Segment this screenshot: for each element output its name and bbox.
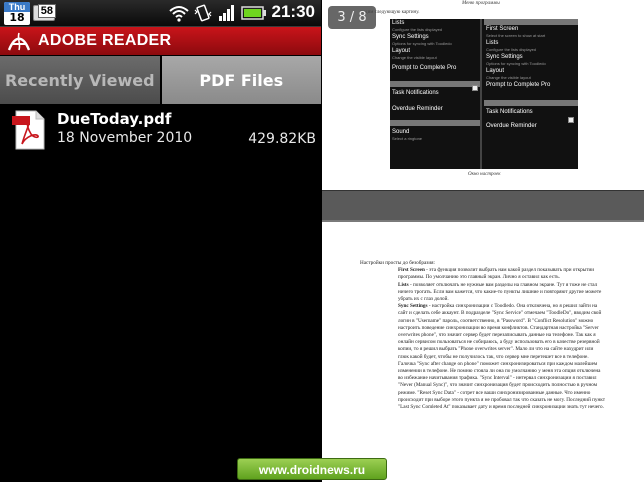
setting-item: Layout Change the visible layout (486, 68, 531, 80)
wifi-icon (169, 6, 189, 22)
file-list-item[interactable]: DueToday.pdf 18 November 2010 429.82KB (0, 106, 321, 152)
calendar-icon: Thu 18 (4, 2, 30, 25)
settings-screenshot-right: First Screen Select the screen to show at… (484, 19, 578, 169)
body-paragraph: Lists - позволяет отключать не нужные ва… (398, 281, 602, 303)
tab-pdf-files[interactable]: PDF Files (161, 56, 321, 104)
caption-bottom: Окно настроек (468, 172, 501, 177)
setting-item: Lists Configure the lists displayed (486, 40, 537, 52)
vibrate-icon (194, 4, 212, 22)
tab-recently-viewed[interactable]: Recently Viewed (0, 56, 160, 104)
mail-icon: 58 (33, 4, 56, 21)
body-paragraph: Sync Settings - настройка синхронизации … (398, 303, 606, 411)
setting-item: Overdue Reminder (392, 106, 443, 112)
pdf-file-icon (12, 110, 45, 150)
pdf-page: Настройки просты до безобразия: First Sc… (322, 222, 644, 482)
setting-item: Layout Change the visible layout (392, 48, 437, 60)
clock: 21:30 (271, 2, 315, 21)
embedded-screenshot: Lists Configure the lists displayed Sync … (390, 19, 578, 169)
file-date: 18 November 2010 (57, 130, 193, 146)
pdf-viewer[interactable]: Меню программы видим следующую картину. … (322, 0, 644, 482)
setting-item: Task Notifications (392, 90, 439, 96)
adobe-logo-icon (7, 32, 31, 51)
setting-item: Task Notifications (486, 109, 533, 115)
checkbox-icon (568, 117, 574, 123)
checkbox-icon (472, 85, 478, 91)
body-paragraph: First Screen - эта функция позволит выбр… (398, 267, 595, 281)
page-body-text: Настройки просты до безобразия: First Sc… (360, 260, 605, 411)
adobe-reader-screen: Thu 18 58 21:30 ADOBE READER Recently Vi… (0, 0, 321, 482)
status-bar: Thu 18 58 21:30 (0, 0, 321, 27)
signal-icon (219, 5, 234, 21)
page-separator (322, 190, 644, 222)
battery-icon (241, 6, 266, 20)
file-size: 429.82KB (248, 131, 316, 147)
mail-count-badge: 58 (37, 4, 56, 18)
setting-item: Prompt to Complete Pro (486, 82, 551, 88)
app-header: ADOBE READER (0, 27, 321, 55)
file-tabs: Recently Viewed PDF Files (0, 56, 321, 104)
calendar-day: 18 (9, 11, 25, 24)
file-name: DueToday.pdf (57, 110, 172, 128)
setting-item: First Screen Select the screen to show at… (486, 26, 546, 38)
setting-item: Sync Settings Options for syncing with To… (392, 34, 452, 46)
setting-item: Overdue Reminder (486, 123, 537, 129)
setting-item: Sync Settings Options for syncing with To… (486, 54, 546, 66)
caption-top: Меню программы (462, 1, 500, 6)
setting-item: Lists Configure the lists displayed (392, 20, 443, 32)
settings-screenshot-left: Lists Configure the lists displayed Sync … (390, 19, 482, 169)
setting-item: Sound Select a ringtone (392, 129, 423, 141)
app-title: ADOBE READER (38, 32, 172, 49)
setting-item: Prompt to Complete Pro (392, 65, 457, 71)
page-indicator: 3 / 8 (328, 6, 376, 29)
watermark: www.droidnews.ru (237, 458, 387, 480)
